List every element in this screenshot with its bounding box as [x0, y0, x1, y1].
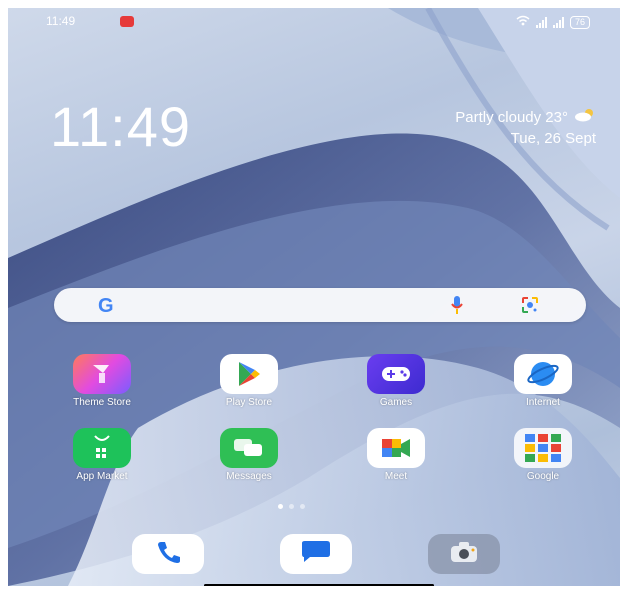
theme-store-icon: [73, 354, 131, 394]
page-dot: [289, 504, 294, 509]
page-dot: [300, 504, 305, 509]
messages-icon: [220, 428, 278, 468]
app-app-market[interactable]: App Market: [52, 428, 152, 482]
app-market-icon: [73, 428, 131, 468]
clock-widget[interactable]: 11:49: [50, 94, 191, 159]
app-messages[interactable]: Messages: [199, 428, 299, 482]
games-icon: [367, 354, 425, 394]
page-indicator: [278, 504, 305, 509]
wifi-icon: [516, 15, 530, 29]
weather-text: Partly cloudy 23°: [455, 108, 568, 126]
date-text: Tue, 26 Sept: [510, 130, 596, 147]
screen-record-icon: [120, 16, 134, 27]
phone-icon: [155, 539, 181, 570]
meet-icon: [367, 428, 425, 468]
google-logo-icon: G: [98, 295, 114, 317]
internet-icon: [514, 354, 572, 394]
cloud-sun-icon: [574, 108, 596, 126]
google-lens-icon[interactable]: [520, 295, 540, 320]
app-internet[interactable]: Internet: [493, 354, 593, 408]
google-folder-icon: [514, 428, 572, 468]
signal-icon: [535, 16, 547, 28]
dock-messages[interactable]: [280, 534, 352, 574]
weather-widget[interactable]: Partly cloudy 23°: [455, 108, 596, 126]
dock-phone[interactable]: [132, 534, 204, 574]
app-games[interactable]: Games: [346, 354, 446, 408]
home-gesture-bar[interactable]: [204, 584, 434, 586]
mic-icon[interactable]: [450, 295, 464, 320]
signal-icon-2: [552, 16, 564, 28]
home-screen: 11:49 76 11:49 Partly cloudy 23° Tue, 26…: [8, 8, 620, 586]
dock-camera[interactable]: [428, 534, 500, 574]
page-dot: [278, 504, 283, 509]
app-google-folder[interactable]: Google: [493, 428, 593, 482]
camera-icon: [448, 540, 480, 569]
status-icons: 76: [516, 14, 590, 30]
app-theme-store[interactable]: Theme Store: [52, 354, 152, 408]
play-store-icon: [220, 354, 278, 394]
battery-icon: 76: [569, 15, 590, 29]
status-time: 11:49: [46, 14, 76, 28]
app-play-store[interactable]: Play Store: [199, 354, 299, 408]
app-meet[interactable]: Meet: [346, 428, 446, 482]
chat-icon: [298, 539, 334, 570]
google-search-bar[interactable]: G: [54, 288, 586, 322]
